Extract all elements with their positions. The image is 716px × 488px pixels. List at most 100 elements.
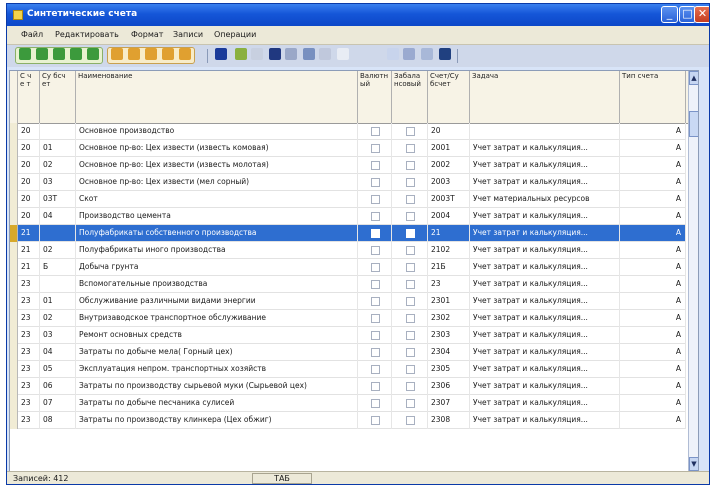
row-marker[interactable] bbox=[10, 412, 18, 429]
table-row[interactable]: 21 02 Полуфабрикаты иного производства 2102… bbox=[10, 242, 686, 259]
cell-name[interactable]: Внутризаводское транспортное обслуживани… bbox=[76, 310, 358, 327]
cell-off[interactable] bbox=[392, 327, 428, 344]
cell-code[interactable]: 2004 bbox=[428, 208, 470, 225]
cell-acct[interactable]: 21 bbox=[18, 225, 40, 242]
table-row[interactable]: 23 03 Ремонт основных средств 2303 Учет затр… bbox=[10, 327, 686, 344]
menu-file[interactable]: Файл bbox=[21, 30, 43, 39]
add-record-icon[interactable] bbox=[111, 48, 123, 60]
offbalance-checkbox[interactable] bbox=[406, 416, 415, 425]
delete-record-icon[interactable] bbox=[162, 48, 174, 60]
cell-code[interactable]: 23 bbox=[428, 276, 470, 293]
cell-code[interactable]: 2003 bbox=[428, 174, 470, 191]
cell-type[interactable]: А bbox=[620, 276, 686, 293]
save-record-icon[interactable] bbox=[179, 48, 191, 60]
row-marker[interactable] bbox=[10, 310, 18, 327]
cell-code[interactable]: 2002 bbox=[428, 157, 470, 174]
cell-type[interactable]: А bbox=[620, 123, 686, 140]
title-bar[interactable]: Синтетические счета _ □ ✕ bbox=[7, 4, 709, 26]
cell-acct[interactable]: 23 bbox=[18, 378, 40, 395]
offbalance-checkbox[interactable] bbox=[406, 178, 415, 187]
cell-acct[interactable]: 23 bbox=[18, 361, 40, 378]
cell-task[interactable]: Учет затрат и калькуляция... bbox=[470, 140, 620, 157]
cell-type[interactable]: А bbox=[620, 344, 686, 361]
cell-off[interactable] bbox=[392, 242, 428, 259]
cell-off[interactable] bbox=[392, 157, 428, 174]
cell-type[interactable]: А bbox=[620, 174, 686, 191]
column-header-offbalance[interactable]: Забала нсовый bbox=[392, 71, 428, 123]
filter-icon[interactable] bbox=[235, 48, 247, 60]
cell-name[interactable]: Затраты по производству сырьевой муки (С… bbox=[76, 378, 358, 395]
cell-name[interactable]: Обслуживание различными видами энергии bbox=[76, 293, 358, 310]
cell-off[interactable] bbox=[392, 395, 428, 412]
export-icon[interactable] bbox=[319, 48, 331, 60]
offbalance-checkbox[interactable] bbox=[406, 127, 415, 136]
currency-checkbox[interactable] bbox=[371, 195, 380, 204]
cell-type[interactable]: А bbox=[620, 293, 686, 310]
cell-val[interactable] bbox=[358, 208, 392, 225]
scroll-thumb[interactable] bbox=[689, 111, 698, 137]
table-row[interactable]: 23 05 Эксплуатация непром. транспортных хо… bbox=[10, 361, 686, 378]
cell-name[interactable]: Затраты по производству клинкера (Цех об… bbox=[76, 412, 358, 429]
cell-acct[interactable]: 23 bbox=[18, 412, 40, 429]
column-header-name[interactable]: Наименование bbox=[76, 71, 358, 123]
cell-code[interactable]: 2102 bbox=[428, 242, 470, 259]
cell-val[interactable] bbox=[358, 225, 392, 242]
cell-acct[interactable]: 21 bbox=[18, 259, 40, 276]
cell-off[interactable] bbox=[392, 276, 428, 293]
cell-name[interactable]: Вспомогательные производства bbox=[76, 276, 358, 293]
cell-off[interactable] bbox=[392, 140, 428, 157]
offbalance-checkbox[interactable] bbox=[406, 331, 415, 340]
cell-type[interactable]: А bbox=[620, 412, 686, 429]
cell-type[interactable]: А bbox=[620, 395, 686, 412]
cell-sub[interactable]: 02 bbox=[40, 310, 76, 327]
currency-checkbox[interactable] bbox=[371, 127, 380, 136]
cell-sub[interactable]: 07 bbox=[40, 395, 76, 412]
currency-checkbox[interactable] bbox=[371, 348, 380, 357]
cell-acct[interactable]: 20 bbox=[18, 140, 40, 157]
cell-sub[interactable]: 08 bbox=[40, 412, 76, 429]
currency-checkbox[interactable] bbox=[371, 246, 380, 255]
cell-off[interactable] bbox=[392, 191, 428, 208]
cell-task[interactable]: Учет затрат и калькуляция... bbox=[470, 174, 620, 191]
cell-sub[interactable]: 06 bbox=[40, 378, 76, 395]
table-row[interactable]: 20 03Т Скот 2003Т Учет материальных ресурсов… bbox=[10, 191, 686, 208]
cell-name[interactable]: Производство цемента bbox=[76, 208, 358, 225]
cell-off[interactable] bbox=[392, 208, 428, 225]
offbalance-checkbox[interactable] bbox=[406, 195, 415, 204]
table-row[interactable]: 20 Основное производство 20 А bbox=[10, 123, 686, 140]
cell-task[interactable] bbox=[470, 123, 620, 140]
cell-val[interactable] bbox=[358, 327, 392, 344]
cell-val[interactable] bbox=[358, 378, 392, 395]
currency-checkbox[interactable] bbox=[371, 416, 380, 425]
cell-sub[interactable]: 02 bbox=[40, 242, 76, 259]
cell-name[interactable]: Основное пр-во: Цех извести (мел сорный) bbox=[76, 174, 358, 191]
cell-sub[interactable]: 01 bbox=[40, 140, 76, 157]
menu-edit[interactable]: Редактировать bbox=[55, 30, 119, 39]
cell-val[interactable] bbox=[358, 412, 392, 429]
cell-task[interactable]: Учет затрат и калькуляция... bbox=[470, 276, 620, 293]
window-icon[interactable] bbox=[403, 48, 415, 60]
cell-task[interactable]: Учет затрат и калькуляция... bbox=[470, 242, 620, 259]
currency-checkbox[interactable] bbox=[371, 280, 380, 289]
table-row[interactable]: 20 02 Основное пр-во: Цех извести (известь… bbox=[10, 157, 686, 174]
document-icon[interactable] bbox=[337, 48, 349, 60]
cell-code[interactable]: 2308 bbox=[428, 412, 470, 429]
cell-code[interactable]: 2304 bbox=[428, 344, 470, 361]
print-icon[interactable] bbox=[303, 48, 315, 60]
cell-acct[interactable]: 23 bbox=[18, 395, 40, 412]
cell-sub[interactable]: 03 bbox=[40, 174, 76, 191]
table-row[interactable]: 20 04 Производство цемента 2004 Учет затрат … bbox=[10, 208, 686, 225]
cell-type[interactable]: А bbox=[620, 157, 686, 174]
cell-acct[interactable]: 23 bbox=[18, 344, 40, 361]
column-header-account[interactable]: С ч е т bbox=[18, 71, 40, 123]
table-row[interactable]: 20 03 Основное пр-во: Цех извести (мел сор… bbox=[10, 174, 686, 191]
cell-off[interactable] bbox=[392, 378, 428, 395]
row-marker[interactable] bbox=[10, 225, 18, 242]
cell-sub[interactable]: 04 bbox=[40, 344, 76, 361]
cell-acct[interactable]: 20 bbox=[18, 208, 40, 225]
row-marker[interactable] bbox=[10, 242, 18, 259]
cell-type[interactable]: А bbox=[620, 259, 686, 276]
cell-code[interactable]: 2306 bbox=[428, 378, 470, 395]
cell-type[interactable]: А bbox=[620, 361, 686, 378]
cell-task[interactable]: Учет затрат и калькуляция... bbox=[470, 395, 620, 412]
